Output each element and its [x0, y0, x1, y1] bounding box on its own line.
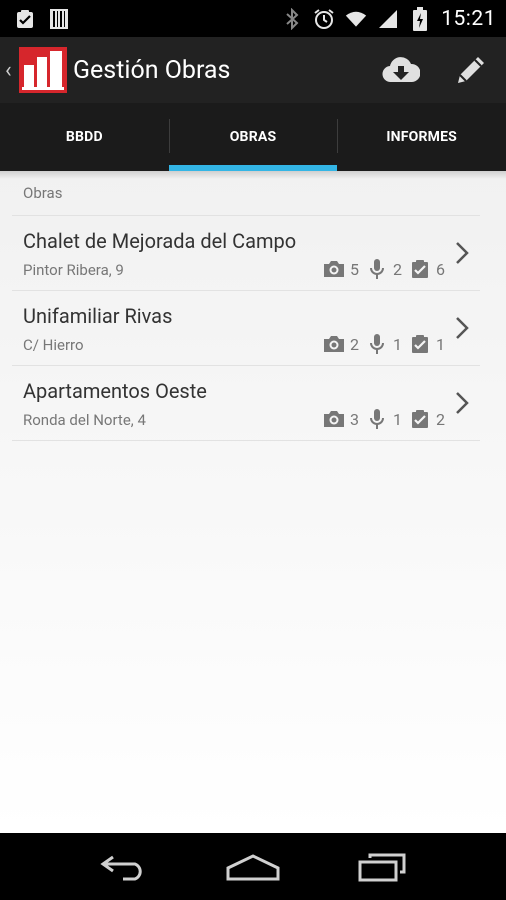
camera-icon — [323, 258, 345, 280]
download-cloud-icon — [382, 57, 420, 83]
back-icon — [100, 855, 142, 880]
edit-button[interactable] — [436, 37, 506, 103]
barcode-icon — [48, 8, 70, 30]
obra-address: Ronda del Norte, 4 — [23, 411, 146, 429]
obra-counts: 5 2 6 — [323, 258, 445, 280]
microphone-icon — [366, 258, 388, 280]
clipboard-check-icon — [409, 408, 431, 430]
obra-name: Unifamiliar Rivas — [23, 304, 173, 328]
pencil-icon — [458, 57, 484, 83]
task-count: 1 — [436, 334, 445, 354]
list-item[interactable]: Apartamentos Oeste Ronda del Norte, 4 3 … — [12, 366, 480, 441]
signal-icon — [377, 8, 399, 30]
tab-informes[interactable]: INFORMES — [337, 103, 506, 171]
recents-button[interactable] — [347, 842, 417, 892]
recent-apps-icon — [358, 853, 406, 881]
clipboard-check-icon — [14, 8, 36, 30]
alarm-icon — [313, 8, 335, 30]
task-count: 6 — [436, 259, 445, 279]
chevron-right-icon — [456, 317, 469, 339]
home-button[interactable] — [218, 842, 288, 892]
battery-icon — [409, 6, 431, 31]
navigation-bar — [0, 833, 506, 900]
audio-count: 1 — [393, 334, 402, 354]
obra-name: Chalet de Mejorada del Campo — [23, 229, 297, 253]
list-item[interactable]: Chalet de Mejorada del Campo Pintor Ribe… — [12, 216, 480, 291]
tab-bbdd[interactable]: BBDD — [0, 103, 169, 171]
camera-icon — [323, 333, 345, 355]
download-button[interactable] — [366, 37, 436, 103]
microphone-icon — [366, 333, 388, 355]
clipboard-check-icon — [409, 258, 431, 280]
photo-count: 2 — [350, 334, 359, 354]
status-bar: 15:21 — [0, 0, 506, 37]
camera-icon — [323, 408, 345, 430]
app-title: Gestión Obras — [73, 55, 231, 85]
wifi-icon — [345, 8, 367, 30]
clipboard-check-icon — [409, 333, 431, 355]
home-icon — [226, 853, 280, 880]
action-bar: ‹ Gestión Obras — [0, 37, 506, 103]
tab-obras[interactable]: OBRAS — [168, 103, 338, 171]
tab-shadow — [0, 171, 506, 179]
obra-counts: 3 1 2 — [323, 408, 445, 430]
clock: 15:21 — [441, 6, 496, 31]
chevron-right-icon — [456, 392, 469, 414]
audio-count: 1 — [393, 409, 402, 429]
tab-label: OBRAS — [229, 129, 277, 145]
obra-address: Pintor Ribera, 9 — [23, 261, 124, 279]
content-area: Obras Chalet de Mejorada del Campo Pinto… — [0, 171, 506, 833]
audio-count: 2 — [393, 259, 402, 279]
microphone-icon — [366, 408, 388, 430]
list-item[interactable]: Unifamiliar Rivas C/ Hierro 2 1 1 — [12, 291, 480, 366]
tab-label: BBDD — [65, 129, 103, 145]
chevron-right-icon — [456, 242, 469, 264]
app-logo[interactable] — [19, 47, 67, 93]
photo-count: 3 — [350, 409, 359, 429]
tab-label: INFORMES — [386, 129, 457, 145]
obra-address: C/ Hierro — [23, 336, 84, 354]
up-caret-icon[interactable]: ‹ — [5, 58, 15, 83]
obra-counts: 2 1 1 — [323, 333, 445, 355]
task-count: 2 — [436, 409, 445, 429]
bluetooth-icon — [281, 7, 303, 30]
obra-name: Apartamentos Oeste — [23, 379, 207, 403]
tab-bar: BBDD OBRAS INFORMES — [0, 103, 506, 171]
photo-count: 5 — [350, 259, 359, 279]
back-button[interactable] — [89, 842, 159, 892]
